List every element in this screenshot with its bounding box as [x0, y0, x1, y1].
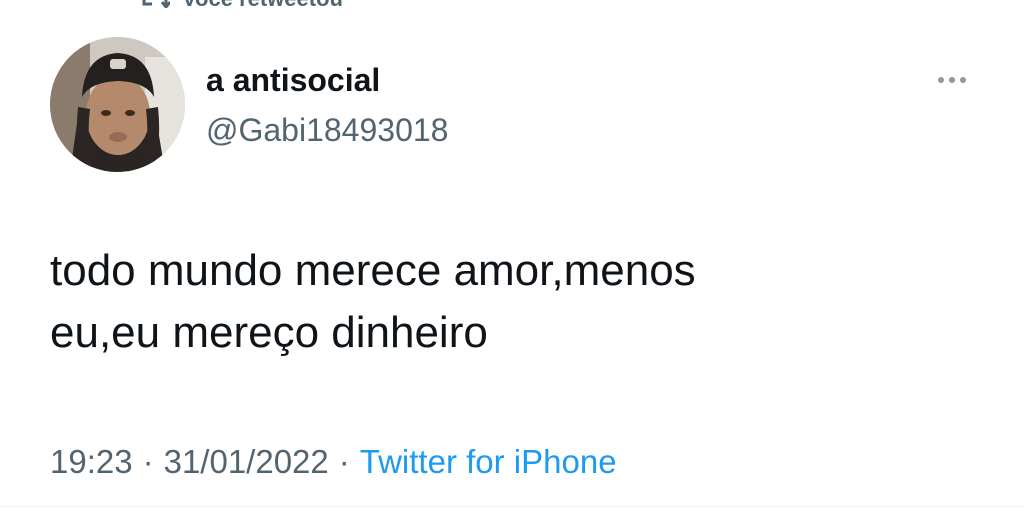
tweet-metadata: 19:23 · 31/01/2022 · Twitter for iPhone [50, 440, 617, 484]
profile-photo [50, 37, 185, 172]
ellipsis-icon [960, 77, 966, 83]
tweet-text: todo mundo merece amor,menos eu,eu mereç… [50, 240, 950, 364]
avatar[interactable] [50, 37, 185, 172]
divider [0, 506, 1024, 507]
retweet-banner-text: Você retweetou [182, 0, 343, 10]
tweet-text-line: eu,eu mereço dinheiro [50, 308, 488, 357]
meta-separator: · [338, 443, 350, 480]
display-name[interactable]: a antisocial [206, 60, 380, 100]
tweet-time[interactable]: 19:23 [50, 443, 133, 480]
ellipsis-icon [949, 77, 955, 83]
meta-separator: · [142, 443, 154, 480]
retweet-icon [142, 0, 170, 8]
user-handle[interactable]: @Gabi18493018 [206, 110, 448, 150]
tweet-text-line: todo mundo merece amor,menos [50, 246, 696, 295]
tweet-date[interactable]: 31/01/2022 [164, 443, 329, 480]
more-options-button[interactable] [930, 70, 974, 90]
tweet-detail: Você retweetou a antisocial @Gabi1849301… [0, 0, 1024, 513]
tweet-source-link[interactable]: Twitter for iPhone [360, 443, 617, 480]
ellipsis-icon [938, 77, 944, 83]
retweet-banner[interactable]: Você retweetou [140, 0, 343, 10]
